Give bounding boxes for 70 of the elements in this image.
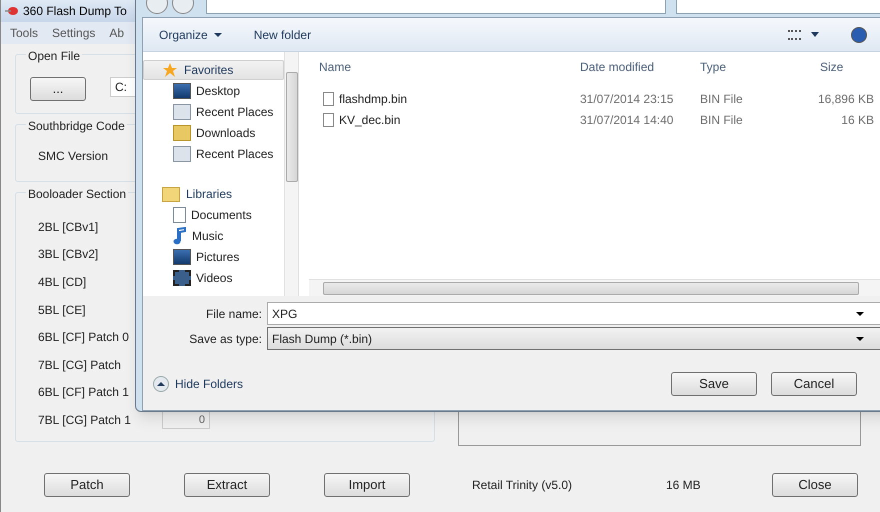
section-label: 7BL [CG] Patch 1 — [38, 412, 132, 429]
collapse-icon — [153, 376, 169, 392]
list-view-icon — [788, 30, 801, 40]
browse-button[interactable]: ... — [30, 77, 86, 101]
nav-item[interactable]: Videos — [143, 267, 284, 288]
section-label: 6BL [CF] Patch 0 — [38, 329, 130, 346]
file-icon — [323, 112, 334, 126]
caret-icon — [214, 32, 222, 36]
section-label: 3BL [CBv2] — [38, 246, 100, 264]
nav-item[interactable]: Downloads — [143, 122, 284, 143]
menu-item[interactable]: Settings — [52, 24, 96, 42]
section-label: 7BL [CG] Patch — [38, 356, 122, 374]
film-icon — [173, 270, 191, 286]
column-header[interactable]: Size — [810, 58, 880, 76]
dialog-button[interactable]: Cancel — [771, 372, 857, 396]
app-logo-icon — [5, 5, 19, 17]
file-name[interactable]: KV_dec.bin — [339, 110, 400, 128]
type-cell-text: BIN File — [699, 112, 744, 128]
nav-item[interactable]: Recent Places — [143, 143, 284, 164]
section-label: 4BL [CD] — [38, 274, 88, 291]
scroll-thumb[interactable] — [323, 282, 859, 294]
size-cell-text: 16,896 KB — [816, 90, 874, 108]
menu-item[interactable]: Tools — [10, 24, 38, 42]
menu-item[interactable]: Ab — [109, 24, 124, 42]
section-label: 2BL [CBv1] — [38, 218, 100, 236]
new-folder-button[interactable]: New folder — [254, 26, 312, 44]
column-header[interactable]: Type — [690, 58, 810, 76]
view-options-button[interactable] — [788, 30, 819, 40]
close-button[interactable]: Close — [772, 473, 858, 497]
nav-group-header[interactable]: Favorites — [143, 60, 284, 80]
section-label: 6BL [CF] Patch 1 — [38, 384, 130, 402]
monitor-icon — [173, 82, 191, 98]
hide-folders-button[interactable]: Hide Folders — [153, 375, 244, 393]
status-text: Retail Trinity (v5.0) — [472, 477, 574, 494]
file-name-field[interactable]: XPG — [267, 302, 880, 325]
dialog-button[interactable]: Save — [671, 372, 757, 396]
file-icon — [323, 92, 334, 106]
scroll-thumb[interactable] — [286, 72, 298, 182]
organize-button[interactable]: Organize — [159, 26, 222, 44]
type-cell-text: BIN File — [699, 90, 744, 108]
action-button[interactable]: Extract — [184, 473, 270, 497]
dropdown-arrow-icon — [856, 312, 864, 316]
nav-item[interactable]: Music — [143, 225, 284, 246]
size-text: 16 MB — [666, 477, 702, 494]
section-label: 5BL [CE] — [38, 302, 87, 319]
column-header[interactable]: Name — [309, 58, 570, 76]
monitor-icon — [173, 248, 191, 264]
size-cell-text: 16 KB — [840, 112, 874, 128]
save-type-dropdown[interactable]: Flash Dump (*.bin) — [267, 327, 880, 350]
action-button[interactable]: Patch — [44, 473, 130, 497]
document-icon — [173, 206, 186, 222]
field-label: Save as type: — [188, 330, 263, 348]
nav-item[interactable]: Pictures — [143, 246, 284, 267]
nav-item[interactable]: Desktop — [143, 80, 284, 101]
music-note-icon — [173, 226, 187, 244]
field-label: File name: — [204, 306, 263, 322]
smc-version-label: SMC Version — [38, 149, 108, 163]
nav-item[interactable]: Documents — [143, 204, 284, 225]
help-button[interactable] — [851, 26, 867, 42]
caret-icon — [811, 32, 819, 37]
nav-group-header[interactable]: Libraries — [143, 184, 284, 204]
dropdown-arrow-icon — [856, 336, 864, 340]
date-cell-text: 31/07/2014 14:40 — [579, 112, 674, 128]
nav-item[interactable]: Recent Places — [143, 101, 284, 122]
window-title: 360 Flash Dump To — [23, 3, 127, 20]
action-button[interactable]: Import — [324, 473, 410, 497]
column-header[interactable]: Date modified — [570, 58, 690, 76]
date-cell-text: 31/07/2014 23:15 — [579, 90, 674, 108]
star-icon — [162, 62, 178, 78]
file-name[interactable]: flashdmp.bin — [339, 90, 408, 108]
